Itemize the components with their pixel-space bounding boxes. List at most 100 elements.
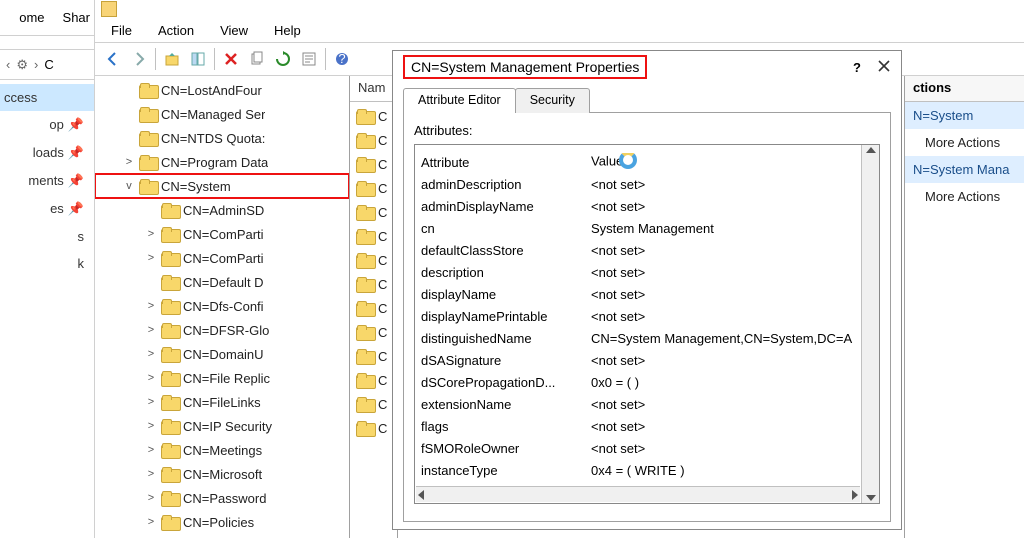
- expander-icon[interactable]: >: [145, 228, 157, 240]
- attribute-row[interactable]: instanceType0x4 = ( WRITE ): [421, 459, 861, 481]
- menu-file[interactable]: File: [111, 23, 132, 38]
- list-item[interactable]: C: [350, 248, 397, 272]
- attributes-listbox[interactable]: Attribute Value adminDescription<not set…: [414, 144, 880, 504]
- quick-access-item[interactable]: ments📌: [0, 167, 94, 195]
- tree-node[interactable]: >CN=File Replic: [95, 366, 349, 390]
- delete-button[interactable]: [219, 47, 243, 71]
- menu-help[interactable]: Help: [274, 23, 301, 38]
- column-header-name[interactable]: Nam: [350, 76, 397, 102]
- quick-access-item[interactable]: s: [0, 223, 94, 250]
- tree-node[interactable]: CN=LostAndFour: [95, 78, 349, 102]
- expander-icon[interactable]: >: [145, 420, 157, 432]
- list-item[interactable]: C: [350, 368, 397, 392]
- up-button[interactable]: [160, 47, 184, 71]
- attribute-row[interactable]: dSCorePropagationD...0x0 = ( ): [421, 371, 861, 393]
- list-item[interactable]: C: [350, 320, 397, 344]
- quick-access-item[interactable]: ccess: [0, 84, 94, 111]
- tree-node[interactable]: >CN=Program Data: [95, 150, 349, 174]
- quick-access-item[interactable]: op📌: [0, 111, 94, 139]
- quick-access-item[interactable]: k: [0, 250, 94, 277]
- scroll-down-icon[interactable]: [866, 495, 876, 501]
- expander-icon[interactable]: >: [145, 348, 157, 360]
- list-item[interactable]: C: [350, 200, 397, 224]
- tree-node[interactable]: >CN=Meetings: [95, 438, 349, 462]
- actions-more-2[interactable]: More Actions: [905, 183, 1024, 210]
- list-item[interactable]: C: [350, 344, 397, 368]
- list-item[interactable]: C: [350, 272, 397, 296]
- quick-access-item[interactable]: loads📌: [0, 139, 94, 167]
- expander-icon[interactable]: >: [123, 156, 135, 168]
- tree-node[interactable]: >CN=Dfs-Confi: [95, 294, 349, 318]
- expander-icon[interactable]: >: [145, 324, 157, 336]
- attribute-row[interactable]: adminDescription<not set>: [421, 173, 861, 195]
- tree-node[interactable]: >CN=FileLinks: [95, 390, 349, 414]
- dialog-help-button[interactable]: ?: [853, 60, 861, 75]
- scroll-left-icon[interactable]: [418, 490, 424, 500]
- result-list-pane[interactable]: Nam CCCCCCCCCCCCCC: [350, 76, 398, 538]
- tab-share[interactable]: Shar: [63, 10, 90, 25]
- attributes-col-attribute[interactable]: Attribute: [421, 155, 591, 170]
- expander-icon[interactable]: >: [145, 516, 157, 528]
- horizontal-scrollbar[interactable]: [416, 486, 860, 502]
- expander-icon[interactable]: >: [145, 372, 157, 384]
- tab-attribute-editor[interactable]: Attribute Editor: [403, 88, 516, 113]
- list-item[interactable]: C: [350, 104, 397, 128]
- tree-node[interactable]: >CN=ComParti: [95, 222, 349, 246]
- expander-icon[interactable]: >: [145, 468, 157, 480]
- attributes-col-value[interactable]: Value: [591, 153, 861, 171]
- attribute-row[interactable]: fSMORoleOwner<not set>: [421, 437, 861, 459]
- menu-action[interactable]: Action: [158, 23, 194, 38]
- tree-node[interactable]: >CN=Policies: [95, 510, 349, 534]
- nav-back-button[interactable]: [101, 47, 125, 71]
- vertical-scrollbar[interactable]: [861, 145, 879, 503]
- expander-icon[interactable]: >: [145, 300, 157, 312]
- attribute-row[interactable]: defaultClassStore<not set>: [421, 239, 861, 261]
- list-item[interactable]: C: [350, 224, 397, 248]
- tree-node[interactable]: CN=AdminSD: [95, 198, 349, 222]
- attribute-row[interactable]: extensionName<not set>: [421, 393, 861, 415]
- menu-view[interactable]: View: [220, 23, 248, 38]
- list-item[interactable]: C: [350, 416, 397, 440]
- tree-node[interactable]: >CN=DFSR-Glo: [95, 318, 349, 342]
- attribute-row[interactable]: cnSystem Management: [421, 217, 861, 239]
- expander-icon[interactable]: >: [145, 492, 157, 504]
- list-item[interactable]: C: [350, 296, 397, 320]
- tree-node[interactable]: vCN=System: [95, 174, 349, 198]
- help-button[interactable]: ?: [330, 47, 354, 71]
- expander-icon[interactable]: v: [123, 180, 135, 192]
- list-item[interactable]: C: [350, 152, 397, 176]
- explorer-address-bar[interactable]: ‹ ⚙ › C: [0, 50, 94, 80]
- tree-node[interactable]: CN=Default D: [95, 270, 349, 294]
- scroll-right-icon[interactable]: [852, 490, 858, 500]
- scroll-up-icon[interactable]: [866, 147, 876, 153]
- list-item[interactable]: C: [350, 392, 397, 416]
- tab-security[interactable]: Security: [515, 88, 590, 113]
- expander-icon[interactable]: >: [145, 252, 157, 264]
- tree-pane[interactable]: CN=LostAndFourCN=Managed SerCN=NTDS Quot…: [95, 76, 350, 538]
- tree-node[interactable]: >CN=DomainU: [95, 342, 349, 366]
- attribute-row[interactable]: displayNamePrintable<not set>: [421, 305, 861, 327]
- list-item[interactable]: C: [350, 176, 397, 200]
- tree-node[interactable]: >CN=ComParti: [95, 246, 349, 270]
- attribute-row[interactable]: dSASignature<not set>: [421, 349, 861, 371]
- tab-home[interactable]: ome: [19, 10, 44, 25]
- export-button[interactable]: [297, 47, 321, 71]
- quick-access-item[interactable]: es📌: [0, 195, 94, 223]
- attribute-row[interactable]: displayName<not set>: [421, 283, 861, 305]
- expander-icon[interactable]: >: [145, 396, 157, 408]
- tree-node[interactable]: >CN=Password: [95, 486, 349, 510]
- tree-node[interactable]: CN=NTDS Quota:: [95, 126, 349, 150]
- attribute-row[interactable]: distinguishedNameCN=System Management,CN…: [421, 327, 861, 349]
- list-item[interactable]: C: [350, 128, 397, 152]
- tree-node[interactable]: CN=Managed Ser: [95, 102, 349, 126]
- show-hide-button[interactable]: [186, 47, 210, 71]
- close-icon[interactable]: [877, 59, 891, 76]
- nav-forward-button[interactable]: [127, 47, 151, 71]
- tree-node[interactable]: >CN=Microsoft: [95, 462, 349, 486]
- copy-button[interactable]: [245, 47, 269, 71]
- attribute-row[interactable]: adminDisplayName<not set>: [421, 195, 861, 217]
- attribute-row[interactable]: description<not set>: [421, 261, 861, 283]
- expander-icon[interactable]: >: [145, 444, 157, 456]
- refresh-button[interactable]: [271, 47, 295, 71]
- tree-node[interactable]: >CN=IP Security: [95, 414, 349, 438]
